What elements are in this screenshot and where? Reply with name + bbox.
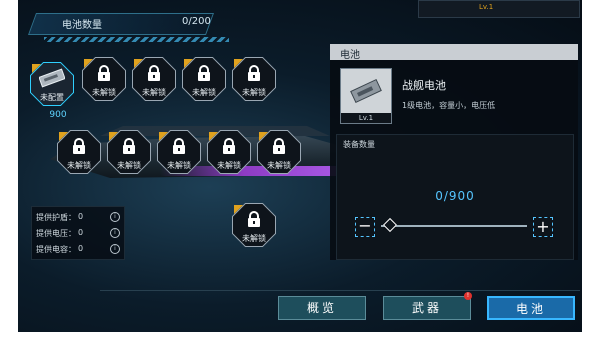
slot-1-count: 900: [49, 110, 67, 120]
increase-button[interactable]: +: [533, 217, 553, 237]
battery-slot-1[interactable]: 未配置: [30, 62, 74, 106]
battery-slot-3[interactable]: 未解锁: [132, 57, 176, 101]
equip-quantity-value: 0/900: [435, 189, 475, 203]
panel-title: 电池: [340, 50, 360, 61]
info-icon[interactable]: i: [110, 228, 120, 238]
slot-label: 未配置: [40, 93, 64, 102]
lock-icon: [123, 138, 135, 154]
item-description: 1级电池，容量小，电压低: [402, 101, 496, 110]
slot-label: 未解锁: [142, 88, 166, 97]
battery-detail-panel: 电池 Lv.1 战舰电池 1级电池，容量小，电压低 装备数量 0/900 − +: [330, 44, 578, 260]
info-icon[interactable]: i: [110, 244, 120, 254]
item-thumbnail: Lv.1: [340, 68, 392, 124]
panel-title-bar: 电池: [330, 44, 578, 61]
battery-slot-6[interactable]: 未解锁: [57, 130, 101, 174]
slot-label: 未解锁: [267, 161, 291, 170]
battery-slot-9[interactable]: 未解锁: [207, 130, 251, 174]
slot-label: 未解锁: [92, 88, 116, 97]
game-screen: 电池数量 0/200 未配置 900 未解锁 未解锁 未解锁 未解锁 未解锁 未…: [0, 0, 600, 340]
battery-count-header: 电池数量 0/200: [27, 13, 229, 42]
lock-icon: [198, 65, 210, 81]
battery-slot-4[interactable]: 未解锁: [182, 57, 226, 101]
capacity-stat-label: 提供电容：: [36, 245, 76, 254]
overview-button[interactable]: 概览: [278, 296, 366, 320]
voltage-stat-value: 0: [78, 228, 84, 237]
battery-slot-11[interactable]: 未解锁: [232, 203, 276, 247]
battery-chip-icon: [350, 78, 382, 104]
slot-label: 未解锁: [192, 88, 216, 97]
slot-label: 未解锁: [217, 161, 241, 170]
top-ship-level: Lv.1: [479, 3, 494, 11]
left-margin: [0, 0, 18, 340]
stats-box: 提供护盾： 0 i 提供电压： 0 i 提供电容： 0 i: [31, 206, 125, 260]
battery-slot-7[interactable]: 未解锁: [107, 130, 151, 174]
battery-slot-2[interactable]: 未解锁: [82, 57, 126, 101]
battery-slot-8[interactable]: 未解锁: [157, 130, 201, 174]
battery-slot-5[interactable]: 未解锁: [232, 57, 276, 101]
lock-icon: [173, 138, 185, 154]
battery-count-label: 电池数量: [62, 20, 102, 31]
weapons-alert-badge: !: [464, 292, 472, 300]
lock-icon: [98, 65, 110, 81]
info-icon[interactable]: i: [110, 212, 120, 222]
battery-count-value: 0/200: [182, 16, 211, 27]
bottom-margin: [0, 332, 600, 340]
lock-icon: [148, 65, 160, 81]
slot-label: 未解锁: [167, 161, 191, 170]
battery-button[interactable]: 电池: [487, 296, 575, 320]
quantity-slider-track[interactable]: [381, 225, 527, 227]
shield-stat-label: 提供护盾：: [36, 213, 76, 222]
battery-slot-10[interactable]: 未解锁: [257, 130, 301, 174]
top-ship-card[interactable]: Lv.1: [418, 0, 580, 18]
lock-icon: [73, 138, 85, 154]
quantity-slider-thumb[interactable]: [382, 217, 398, 233]
battery-chip-icon: [39, 68, 65, 88]
lock-icon: [223, 138, 235, 154]
slot-label: 未解锁: [117, 161, 141, 170]
item-level: Lv.1: [341, 113, 391, 123]
bottom-divider: [100, 290, 580, 291]
voltage-stat-label: 提供电压：: [36, 229, 76, 238]
equip-quantity-title: 装备数量: [343, 140, 375, 149]
slot-label: 未解锁: [242, 88, 266, 97]
slot-label: 未解锁: [67, 161, 91, 170]
decrease-button[interactable]: −: [355, 217, 375, 237]
lock-icon: [248, 211, 260, 227]
capacity-stat-value: 0: [78, 244, 84, 253]
slot-label: 未解锁: [242, 234, 266, 243]
equip-quantity-box: 装备数量 0/900 − +: [336, 134, 574, 260]
right-margin: [582, 0, 600, 340]
weapons-button[interactable]: 武器: [383, 296, 471, 320]
item-name: 战舰电池: [402, 79, 446, 92]
shield-stat-value: 0: [78, 212, 84, 221]
lock-icon: [273, 138, 285, 154]
lock-icon: [248, 65, 260, 81]
